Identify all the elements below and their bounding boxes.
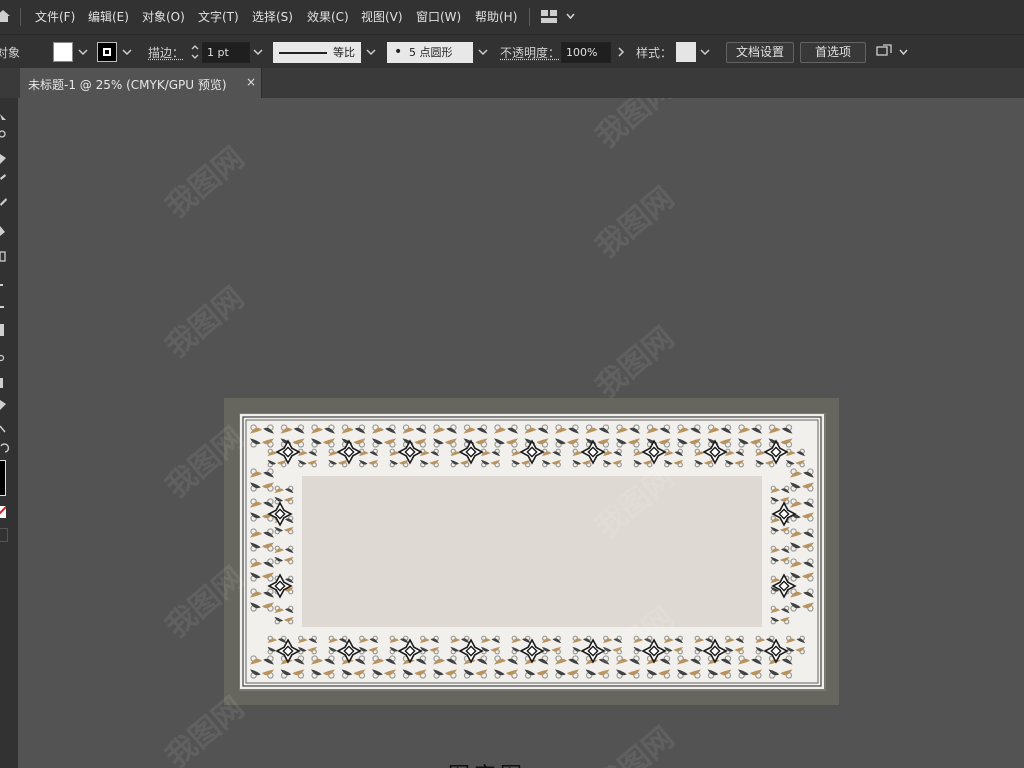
document-tab-bar: 未标题-1 @ 25% (CMYK/GPU 预览) × [0,68,1024,98]
hand-tool-icon [0,425,6,433]
menu-effect[interactable]: 效果(C) [307,0,349,34]
artboard-tool-icon [0,251,6,262]
close-icon[interactable]: × [246,75,256,89]
menu-edit[interactable]: 编辑(E) [88,0,129,34]
chevron-right-icon[interactable] [614,43,628,61]
stepper-icon[interactable] [190,43,200,61]
watermark: 我图网 [159,140,251,226]
document-tab-title: 未标题-1 @ 25% (CMYK/GPU 预览) [28,78,227,92]
stroke-weight-input[interactable]: 1 pt [202,42,250,63]
pen-tool-icon [0,154,6,164]
menu-object[interactable]: 对象(O) [142,0,185,34]
gradient-tool-icon [0,324,4,336]
watermark: 我图网 [589,180,681,266]
menu-type[interactable]: 文字(T) [198,0,239,34]
opacity-label[interactable]: 不透明度： [500,44,560,61]
selection-tool-icon [0,114,6,120]
preferences-button[interactable]: 首选项 [800,42,866,63]
chevron-down-icon[interactable] [476,43,490,61]
stroke-swatch[interactable] [97,42,117,62]
selection-type-label: 对象 [0,46,21,60]
menu-file[interactable]: 文件(F) [35,0,75,34]
slice-tool-icon [0,400,6,410]
watermark: 我图网 [589,720,681,768]
opacity-input[interactable]: 100% [561,42,611,63]
partial-artwork-text: 图字图 [448,758,526,768]
brush-dot-icon: • [394,44,403,60]
width-tool-icon [0,284,3,286]
control-bar: 对象 描边： 1 pt 等比 • 5 点圆形 不透明度： 100% 样式： 文档… [0,34,1024,68]
shape-builder-icon [0,306,4,308]
menu-select[interactable]: 选择(S) [252,0,293,34]
menu-window[interactable]: 窗口(W) [416,0,461,34]
fill-swatch[interactable] [53,42,73,62]
menu-view[interactable]: 视图(V) [361,0,403,34]
menu-bar: 文件(F) 编辑(E) 对象(O) 文字(T) 选择(S) 效果(C) 视图(V… [0,0,1024,34]
document-setup-button[interactable]: 文档设置 [726,42,794,63]
menu-separator [529,8,530,26]
stroke-label[interactable]: 描边： [148,44,184,61]
chevron-down-icon[interactable] [251,43,265,61]
stroke-profile-select[interactable]: 等比 [273,42,361,63]
stroke-color-box[interactable] [0,460,6,496]
graphic-style-swatch[interactable] [676,42,696,62]
curvature-tool-icon [0,174,6,180]
rotate-view-icon [0,443,10,453]
style-label: 样式： [636,46,673,60]
canvas[interactable]: 我图网 我图网 我图网 我图网 我图网 我图网 我图网 我图网 我图网 我图网 … [18,98,1024,768]
artboard[interactable] [240,414,824,689]
chevron-down-icon[interactable] [76,43,90,61]
pencil-tool-icon [0,198,7,206]
arrange-documents-icon[interactable] [876,43,910,61]
eraser-tool-icon [0,226,5,236]
watermark: 我图网 [159,280,251,366]
ornamental-border-artwork [242,416,822,687]
menu-separator [20,8,21,26]
home-icon[interactable] [0,9,10,23]
chevron-down-icon[interactable] [120,43,134,61]
document-tab[interactable]: 未标题-1 @ 25% (CMYK/GPU 预览) × [20,68,262,98]
chevron-down-icon[interactable] [698,43,712,61]
watermark: 我图网 [589,98,681,156]
menu-help[interactable]: 帮助(H) [475,0,517,34]
brush-definition-select[interactable]: • 5 点圆形 [387,42,473,63]
drawing-mode-icon[interactable] [0,528,8,542]
watermark: 我图网 [589,320,681,406]
blend-tool-icon [0,354,5,362]
tools-panel [0,98,18,768]
workspace-switcher-icon[interactable] [541,10,577,24]
column-graph-icon [0,378,3,388]
center-panel [302,476,762,627]
zoom-tool-icon [0,130,6,138]
chevron-down-icon[interactable] [364,43,378,61]
none-color-icon[interactable] [0,506,6,518]
